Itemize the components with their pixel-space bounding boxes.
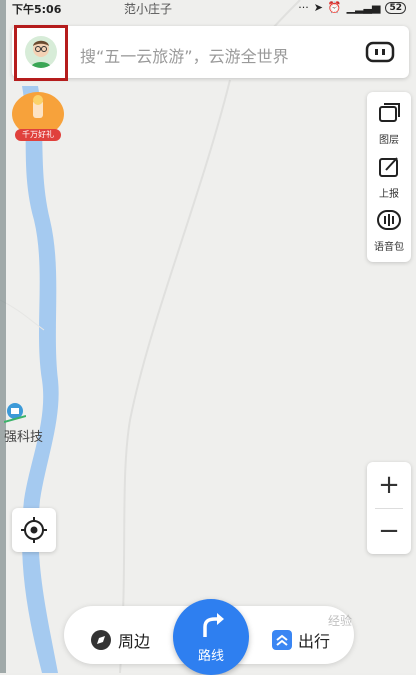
route-label: 路线 [197, 649, 224, 664]
status-bar: 下午5:06 范小庄子 ··· ➤ ⏰ ▁▂▃▅ 52 [0, 0, 416, 18]
travel-button[interactable]: 出行 [272, 628, 330, 652]
avatar-cartoon-icon [31, 40, 51, 68]
zoom-out-button[interactable]: − [367, 508, 411, 554]
river [22, 86, 59, 673]
map-tools-panel: 图层 上报 语音包 [367, 92, 411, 262]
voice-pack-icon [377, 210, 401, 230]
road-1 [119, 79, 231, 673]
edit-report-icon [379, 157, 398, 177]
nearby-button[interactable]: 周边 [90, 628, 150, 652]
road-3 [0, 299, 45, 331]
status-icons: ··· ➤ ⏰ ▁▂▃▅ 52 [298, 1, 406, 14]
layers-button[interactable]: 图层 [367, 98, 411, 148]
nearby-label: 周边 [118, 632, 151, 651]
route-button[interactable]: 路线 [173, 599, 249, 675]
location-icon: ➤ [313, 1, 323, 14]
promo-badge: 千万好礼 [15, 129, 61, 141]
poi-marker-icon[interactable] [3, 402, 27, 424]
dots-icon: ··· [298, 1, 309, 14]
status-place-name: 范小庄子 [124, 2, 173, 16]
signal-icon: ▁▂▃▅ [346, 1, 381, 14]
avatar-button[interactable] [14, 25, 68, 81]
compass-icon [91, 630, 111, 650]
search-input[interactable]: 搜“五一云旅游”，云游全世界 [80, 43, 289, 67]
alarm-icon: ⏰ [327, 1, 342, 14]
crosshair-icon [21, 517, 47, 543]
avatar [25, 36, 57, 68]
zoom-controls: + − [367, 462, 411, 554]
turn-arrow-icon [203, 613, 224, 637]
zoom-in-button[interactable]: + [367, 462, 411, 508]
layers-label: 图层 [379, 135, 399, 146]
travel-label: 出行 [298, 632, 331, 651]
promo-gift-button[interactable]: 千万好礼 [12, 92, 64, 142]
voice-assistant-icon[interactable] [365, 40, 395, 64]
layers-icon [379, 103, 400, 122]
voice-pack-label: 语音包 [374, 242, 404, 253]
locate-me-button[interactable] [12, 508, 56, 552]
report-button[interactable]: 上报 [367, 152, 411, 202]
double-chevron-up-icon [272, 630, 292, 650]
report-label: 上报 [379, 189, 399, 200]
watermark: 经验 [328, 614, 353, 628]
map-left-edge [0, 0, 6, 673]
poi-label[interactable]: 强科技 [4, 426, 43, 445]
battery-icon: 52 [385, 1, 406, 14]
status-time: 下午5:06 [12, 3, 62, 16]
voice-pack-button[interactable]: 语音包 [367, 205, 411, 255]
